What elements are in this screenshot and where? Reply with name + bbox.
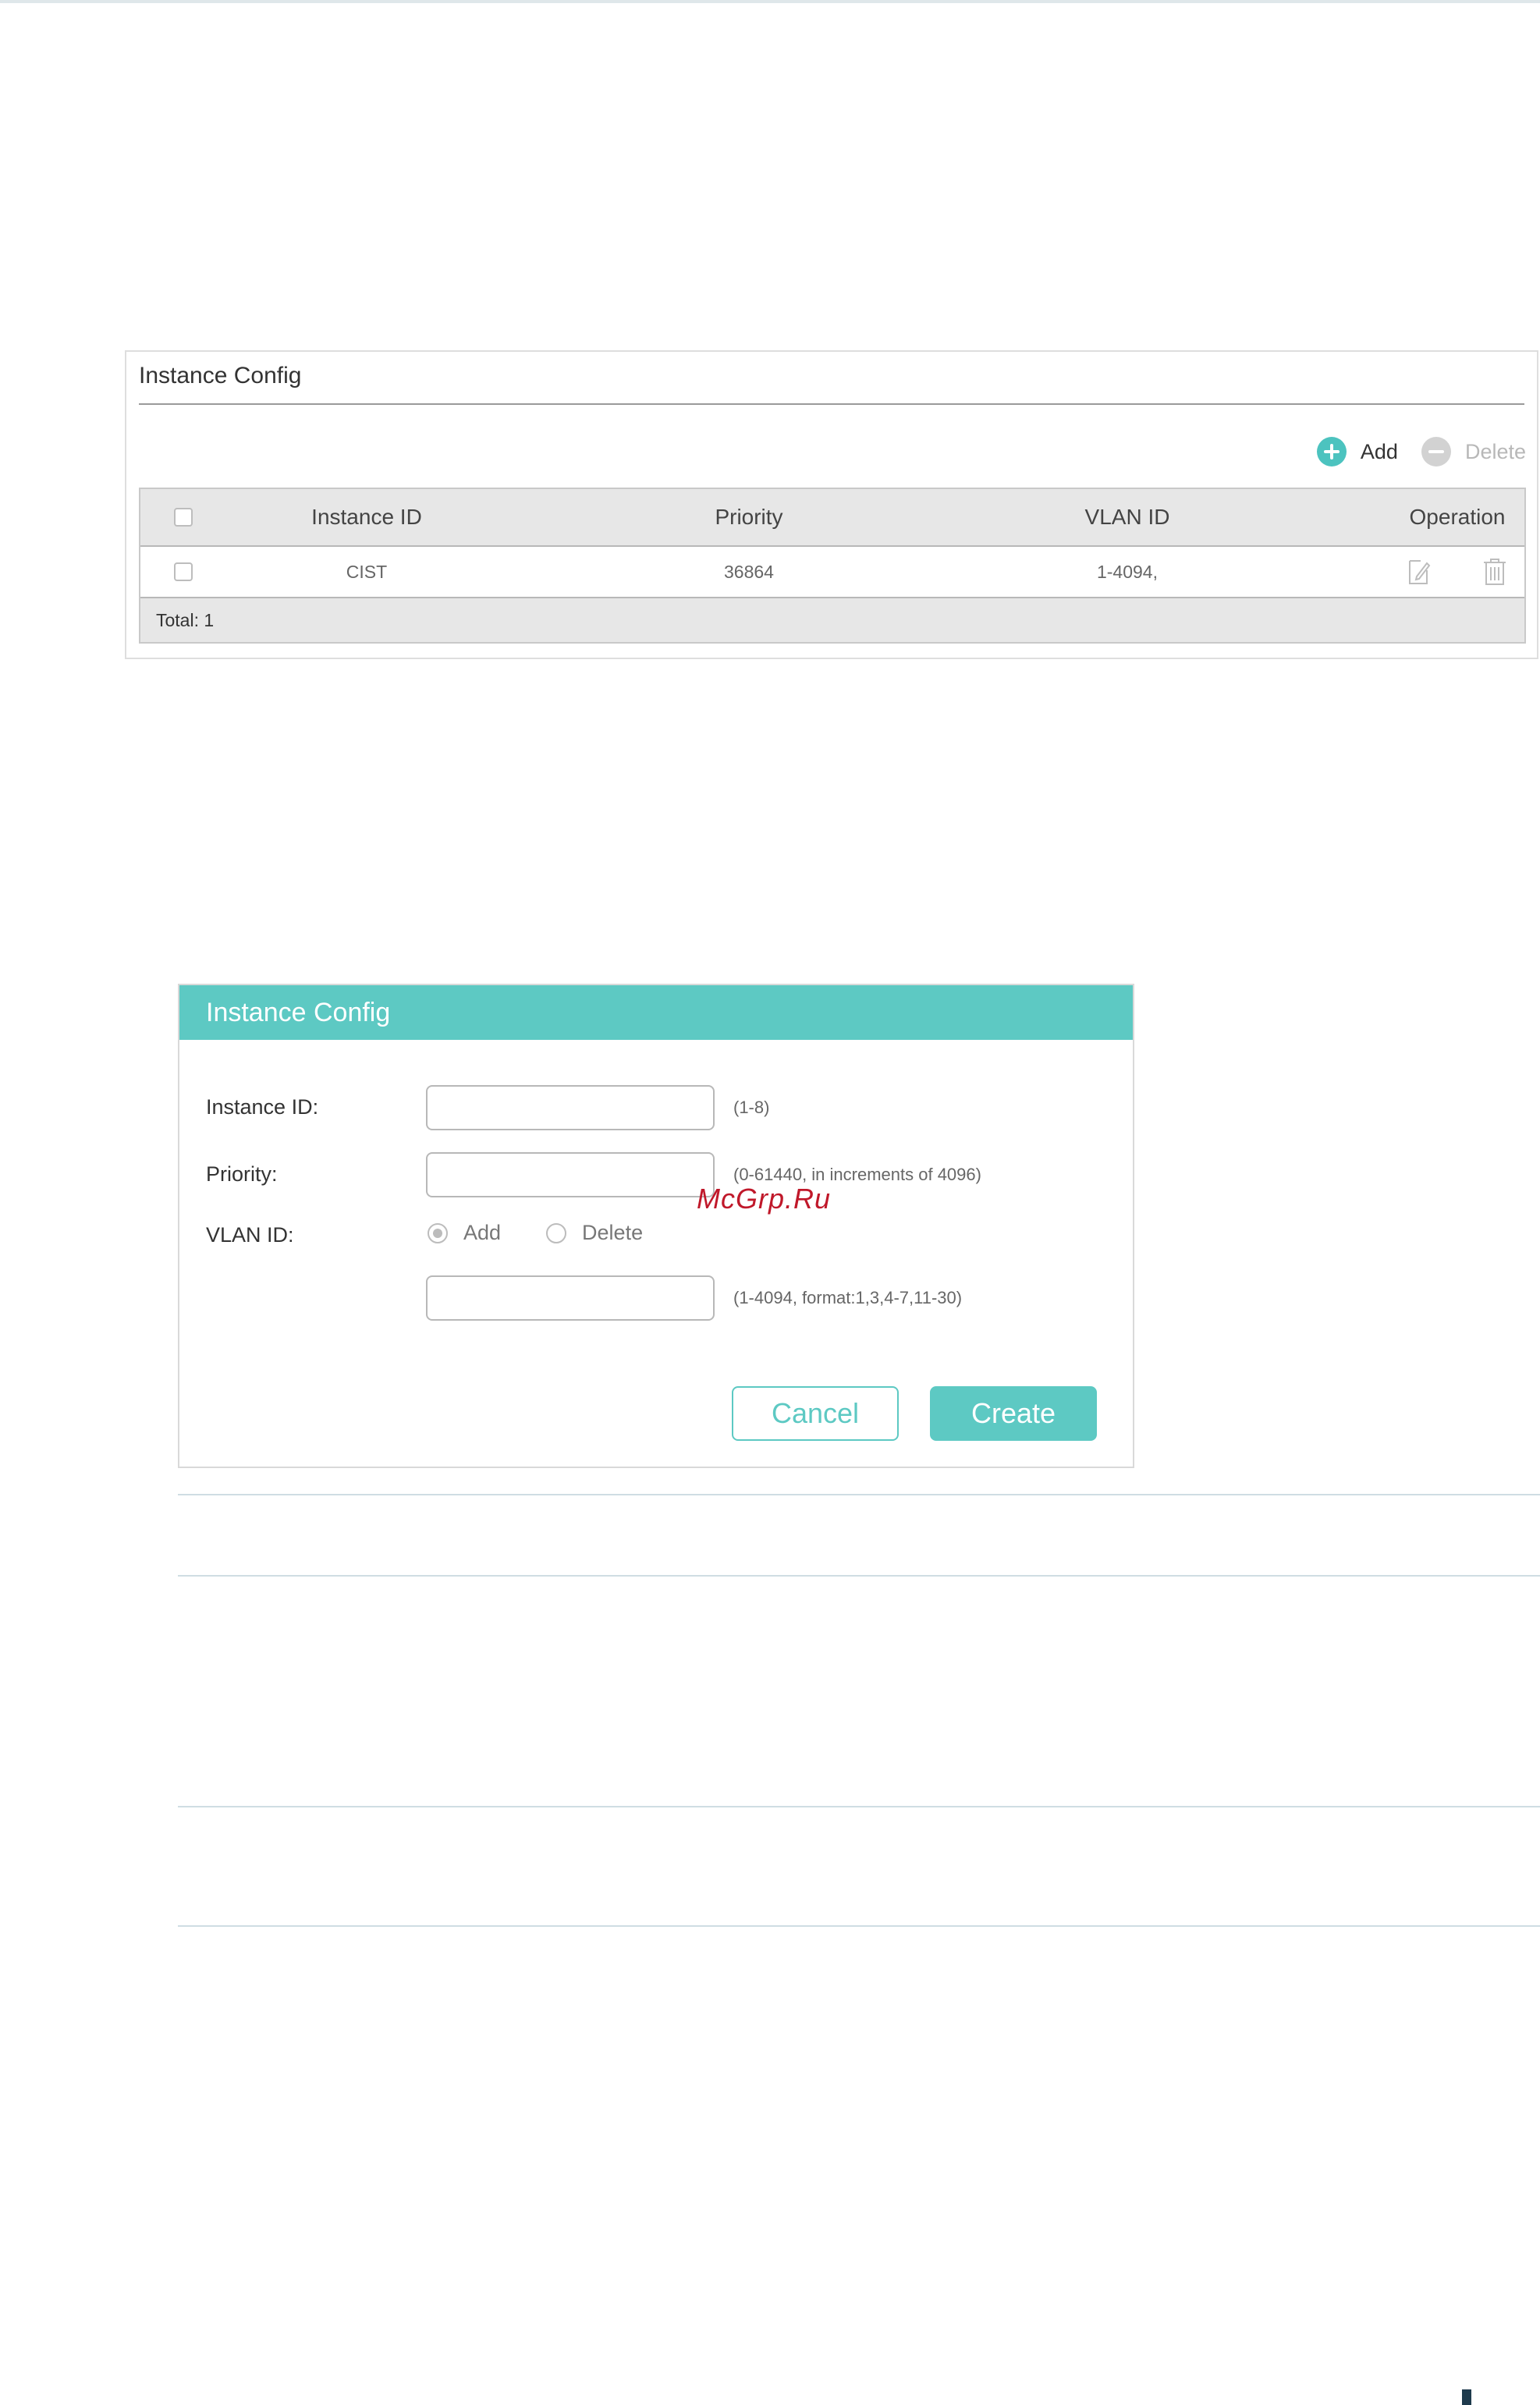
cell-operation <box>1389 547 1526 597</box>
add-button[interactable]: Add <box>1316 437 1398 466</box>
create-button[interactable]: Create <box>930 1386 1097 1441</box>
cell-instance-id: CIST <box>346 561 388 582</box>
table-header: Instance ID Priority VLAN ID Operation <box>140 489 1524 547</box>
row-checkbox[interactable] <box>174 562 193 581</box>
select-all-checkbox[interactable] <box>174 508 193 527</box>
cell-vlan-id: 1-4094, <box>1096 561 1158 582</box>
table-footer: Total: 1 <box>140 598 1524 642</box>
vlan-id-label: VLAN ID: <box>206 1223 294 1247</box>
divider <box>178 1494 1540 1495</box>
instance-id-label: Instance ID: <box>206 1095 319 1119</box>
instance-config-dialog: Instance Config Instance ID: (1-8) Prior… <box>178 984 1134 1468</box>
select-all-cell <box>140 489 226 545</box>
column-header-priority: Priority <box>715 505 783 529</box>
instance-config-panel: Instance Config Add Delete Instance ID P… <box>125 350 1538 659</box>
instance-table: Instance ID Priority VLAN ID Operation C… <box>139 488 1526 644</box>
edit-icon[interactable] <box>1407 558 1431 586</box>
instance-id-input[interactable] <box>426 1085 715 1130</box>
column-header-operation: Operation <box>1409 505 1506 529</box>
radio-unchecked-icon <box>546 1222 567 1243</box>
table-row: CIST 36864 1-4094, <box>140 547 1524 598</box>
divider <box>178 1575 1540 1577</box>
title-divider <box>139 403 1524 405</box>
trash-icon[interactable] <box>1482 557 1507 587</box>
priority-label: Priority: <box>206 1162 278 1186</box>
row-select-cell <box>140 547 226 597</box>
add-label: Add <box>1360 439 1398 463</box>
vlan-add-label: Add <box>463 1221 502 1244</box>
add-icon <box>1316 437 1347 466</box>
divider <box>178 1925 1540 1927</box>
vlan-id-mode-group: Add Delete <box>428 1221 643 1245</box>
watermark: McGrp.Ru <box>697 1183 832 1215</box>
table-toolbar: Add Delete <box>1316 436 1526 467</box>
vlan-id-hint: (1-4094, format:1,3,4-7,11-30) <box>733 1288 963 1307</box>
page-corner-mark <box>1462 2389 1471 2405</box>
divider <box>178 1806 1540 1807</box>
vlan-id-input[interactable] <box>426 1275 715 1321</box>
cell-priority: 36864 <box>724 561 774 582</box>
vlan-delete-radio[interactable]: Delete <box>546 1221 643 1245</box>
delete-icon <box>1421 437 1451 466</box>
dialog-title: Instance Config <box>206 997 391 1027</box>
priority-input[interactable] <box>426 1152 715 1197</box>
delete-label: Delete <box>1464 439 1526 463</box>
instance-id-hint: (1-8) <box>733 1098 770 1117</box>
top-rule <box>0 0 1540 3</box>
panel-title: Instance Config <box>139 363 302 388</box>
column-header-instance-id: Instance ID <box>311 505 422 529</box>
total-count: Total: 1 <box>156 609 215 630</box>
vlan-delete-label: Delete <box>582 1221 644 1244</box>
vlan-add-radio[interactable]: Add <box>428 1221 501 1245</box>
column-header-vlan-id: VLAN ID <box>1084 505 1170 529</box>
dialog-header: Instance Config <box>179 985 1133 1040</box>
cancel-button[interactable]: Cancel <box>732 1386 899 1441</box>
radio-checked-icon <box>428 1222 448 1243</box>
delete-button[interactable]: Delete <box>1421 437 1526 466</box>
